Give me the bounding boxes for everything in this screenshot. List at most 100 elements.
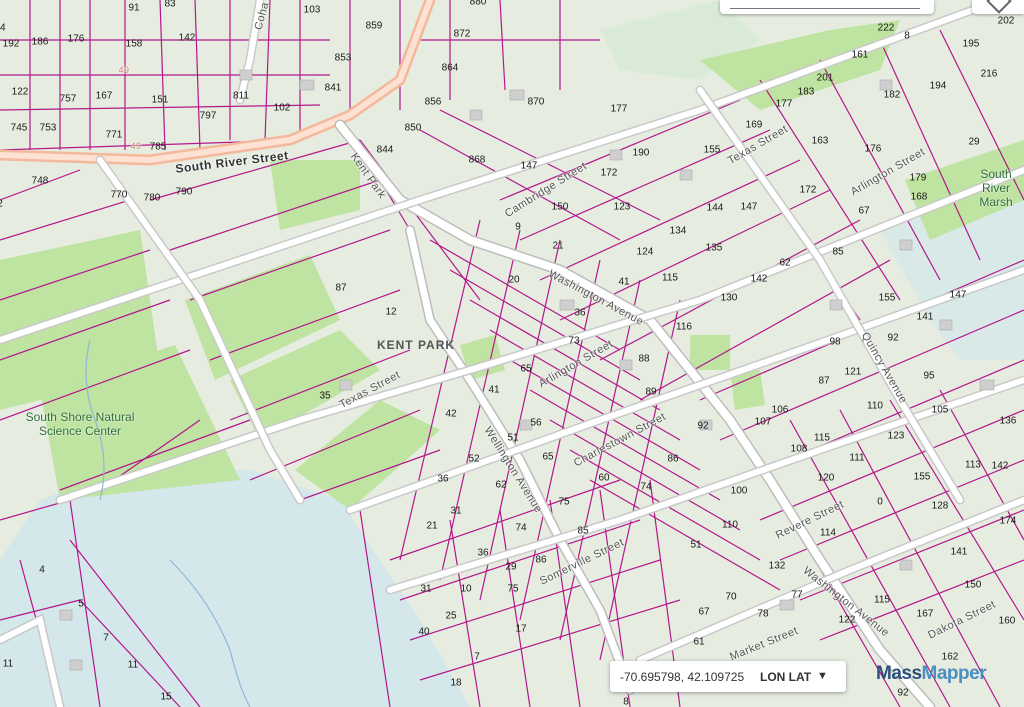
parcel-number[interactable]: 108 <box>791 444 808 455</box>
parcel-number[interactable]: 748 <box>32 176 49 187</box>
parcel-number[interactable]: 216 <box>981 69 998 80</box>
parcel-number[interactable]: 169 <box>746 120 763 131</box>
parcel-number[interactable]: 92 <box>697 421 708 432</box>
parcel-number[interactable]: 88 <box>638 354 649 365</box>
parcel-number[interactable]: 151 <box>152 95 169 106</box>
parcel-number[interactable]: 111 <box>849 453 864 464</box>
parcel-number[interactable]: 115 <box>814 433 830 444</box>
parcel-number[interactable]: 17 <box>515 624 526 635</box>
parcel-number[interactable]: 86 <box>535 555 546 566</box>
parcel-number[interactable]: 51 <box>507 433 518 444</box>
coordinate-mode-label[interactable]: LON LAT <box>760 670 811 684</box>
parcel-number[interactable]: 89 <box>645 387 656 398</box>
parcel-number[interactable]: 60 <box>598 473 609 484</box>
parcel-number[interactable]: 110 <box>722 520 738 531</box>
parcel-number[interactable]: 65 <box>520 364 531 375</box>
parcel-number[interactable]: 65 <box>542 452 553 463</box>
parcel-number[interactable]: 29 <box>968 137 979 148</box>
parcel-number[interactable]: 123 <box>614 202 631 213</box>
parcel-number[interactable]: 8 <box>623 697 629 707</box>
parcel-number[interactable]: 880 <box>470 0 487 8</box>
parcel-number[interactable]: 7 <box>474 652 480 663</box>
parcel-number[interactable]: 100 <box>731 486 748 497</box>
parcel-number[interactable]: 142 <box>751 274 768 285</box>
parcel-number[interactable]: 144 <box>707 203 724 214</box>
parcel-number[interactable]: 123 <box>888 431 905 442</box>
parcel-number[interactable]: 86 <box>667 454 678 465</box>
parcel-number[interactable]: 74 <box>640 482 651 493</box>
parcel-number[interactable]: 122 <box>839 615 856 626</box>
parcel-number[interactable]: 12 <box>385 307 396 318</box>
parcel-number[interactable]: 29 <box>505 562 516 573</box>
parcel-number[interactable]: 870 <box>528 97 545 108</box>
parcel-number[interactable]: 128 <box>932 501 949 512</box>
parcel-number[interactable]: 142 <box>992 461 1009 472</box>
parcel-number[interactable]: 868 <box>469 155 486 166</box>
parcel-number[interactable]: 160 <box>999 616 1016 627</box>
parcel-number[interactable]: 0 <box>877 497 883 508</box>
parcel-number[interactable]: 176 <box>865 144 882 155</box>
parcel-number[interactable]: 113 <box>965 460 981 471</box>
parcel-number[interactable]: 106 <box>772 405 789 416</box>
parcel-number[interactable]: 70 <box>725 592 736 603</box>
parcel-number[interactable]: 147 <box>950 290 967 301</box>
chevron-down-icon[interactable]: ▼ <box>817 670 828 682</box>
parcel-number[interactable]: 163 <box>812 136 829 147</box>
parcel-number[interactable]: 8 <box>904 31 910 42</box>
parcel-number[interactable]: 78 <box>757 609 768 620</box>
parcel-number[interactable]: 98 <box>829 337 840 348</box>
parcel-number[interactable]: 35 <box>319 391 330 402</box>
parcel-number[interactable]: 141 <box>951 547 968 558</box>
parcel-number[interactable]: 147 <box>521 161 538 172</box>
parcel-number[interactable]: 176 <box>68 34 85 45</box>
parcel-number[interactable]: 850 <box>405 123 422 134</box>
parcel-number[interactable]: 121 <box>845 367 862 378</box>
parcel-number[interactable]: 75 <box>507 584 518 595</box>
parcel-number[interactable]: 161 <box>852 50 869 61</box>
parcel-number[interactable]: 186 <box>32 37 49 48</box>
coordinate-readout[interactable]: -70.695798, 42.109725 LON LAT ▼ <box>610 661 846 692</box>
parcel-number[interactable]: 130 <box>721 293 738 304</box>
parcel-number[interactable]: 116 <box>676 322 692 333</box>
parcel-number[interactable]: 105 <box>932 405 949 416</box>
parcel-number[interactable]: 167 <box>96 91 113 102</box>
parcel-number[interactable]: 115 <box>874 595 890 606</box>
parcel-number[interactable]: 87 <box>818 376 829 387</box>
parcel-number[interactable]: 21 <box>552 241 563 252</box>
parcel-number[interactable]: 61 <box>693 637 704 648</box>
parcel-number[interactable]: 771 <box>106 130 123 141</box>
parcel-number[interactable]: 177 <box>776 99 793 110</box>
parcel-number[interactable]: 859 <box>366 21 383 32</box>
parcel-number[interactable]: 132 <box>769 561 786 572</box>
parcel-number[interactable]: 150 <box>552 202 569 213</box>
parcel-number[interactable]: 103 <box>304 5 321 16</box>
parcel-number[interactable]: 844 <box>377 145 394 156</box>
parcel-number[interactable]: 115 <box>662 273 678 284</box>
parcel-number[interactable]: 85 <box>577 526 588 537</box>
parcel-number[interactable]: 56 <box>530 418 541 429</box>
parcel-number[interactable]: 172 <box>800 185 817 196</box>
parcel-number[interactable]: 770 <box>111 190 128 201</box>
parcel-number[interactable]: 135 <box>706 243 723 254</box>
parcel-number[interactable]: 201 <box>817 73 834 84</box>
parcel-number[interactable]: 75 <box>558 497 569 508</box>
parcel-number[interactable]: 179 <box>910 173 927 184</box>
parcel-number[interactable]: 95 <box>923 371 934 382</box>
address-search-bar[interactable] <box>720 0 934 14</box>
parcel-number[interactable]: 853 <box>335 53 352 64</box>
parcel-number[interactable]: 757 <box>60 94 77 105</box>
parcel-number[interactable]: 120 <box>818 473 835 484</box>
parcel-number[interactable]: 107 <box>755 417 772 428</box>
parcel-number[interactable]: 872 <box>454 29 471 40</box>
parcel-number[interactable]: 52 <box>468 454 479 465</box>
parcel-number[interactable]: 36 <box>574 308 585 319</box>
parcel-number[interactable]: 83 <box>164 0 175 10</box>
parcel-number[interactable]: 41 <box>488 385 499 396</box>
parcel-number[interactable]: 20 <box>508 275 519 286</box>
parcel-number[interactable]: 18 <box>450 678 461 689</box>
parcel-number[interactable]: 122 <box>12 87 29 98</box>
parcel-number[interactable]: 124 <box>637 247 654 258</box>
parcel-number[interactable]: 745 <box>11 123 28 134</box>
parcel-number[interactable]: 67 <box>698 607 709 618</box>
parcel-number[interactable]: 15 <box>160 692 171 703</box>
